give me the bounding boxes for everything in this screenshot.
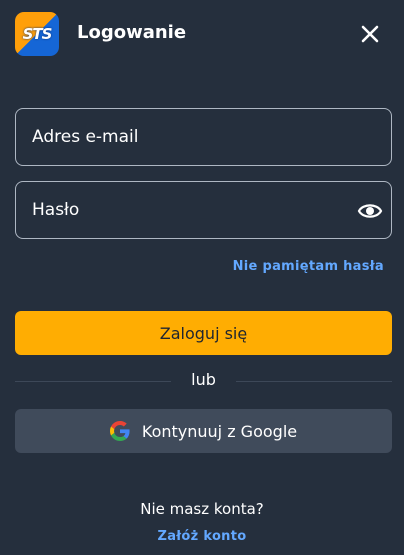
close-button[interactable] [356, 20, 384, 48]
no-account-text: Nie masz konta? [140, 500, 264, 518]
or-divider: lub [15, 370, 392, 392]
close-icon [361, 25, 379, 43]
modal-header: STS Logowanie [0, 0, 404, 68]
google-icon [109, 421, 130, 441]
google-login-button[interactable]: Kontynuuj z Google [15, 409, 392, 453]
eye-icon [357, 204, 383, 218]
page-title: Logowanie [77, 22, 187, 43]
email-input[interactable] [16, 109, 391, 165]
logo-text: STS [22, 25, 53, 43]
email-field[interactable] [15, 108, 392, 166]
register-link[interactable]: Załóż konto [0, 529, 404, 544]
divider-label: lub [191, 370, 216, 389]
forgot-password-link[interactable]: Nie pamiętam hasła [233, 259, 384, 274]
google-button-label: Kontynuuj z Google [141, 421, 298, 441]
password-field[interactable] [15, 181, 392, 239]
login-button[interactable]: Zaloguj się [15, 311, 392, 355]
divider-line-right [236, 381, 392, 382]
show-password-button[interactable] [357, 199, 383, 223]
password-input[interactable] [16, 182, 391, 238]
sts-logo: STS [15, 12, 59, 56]
